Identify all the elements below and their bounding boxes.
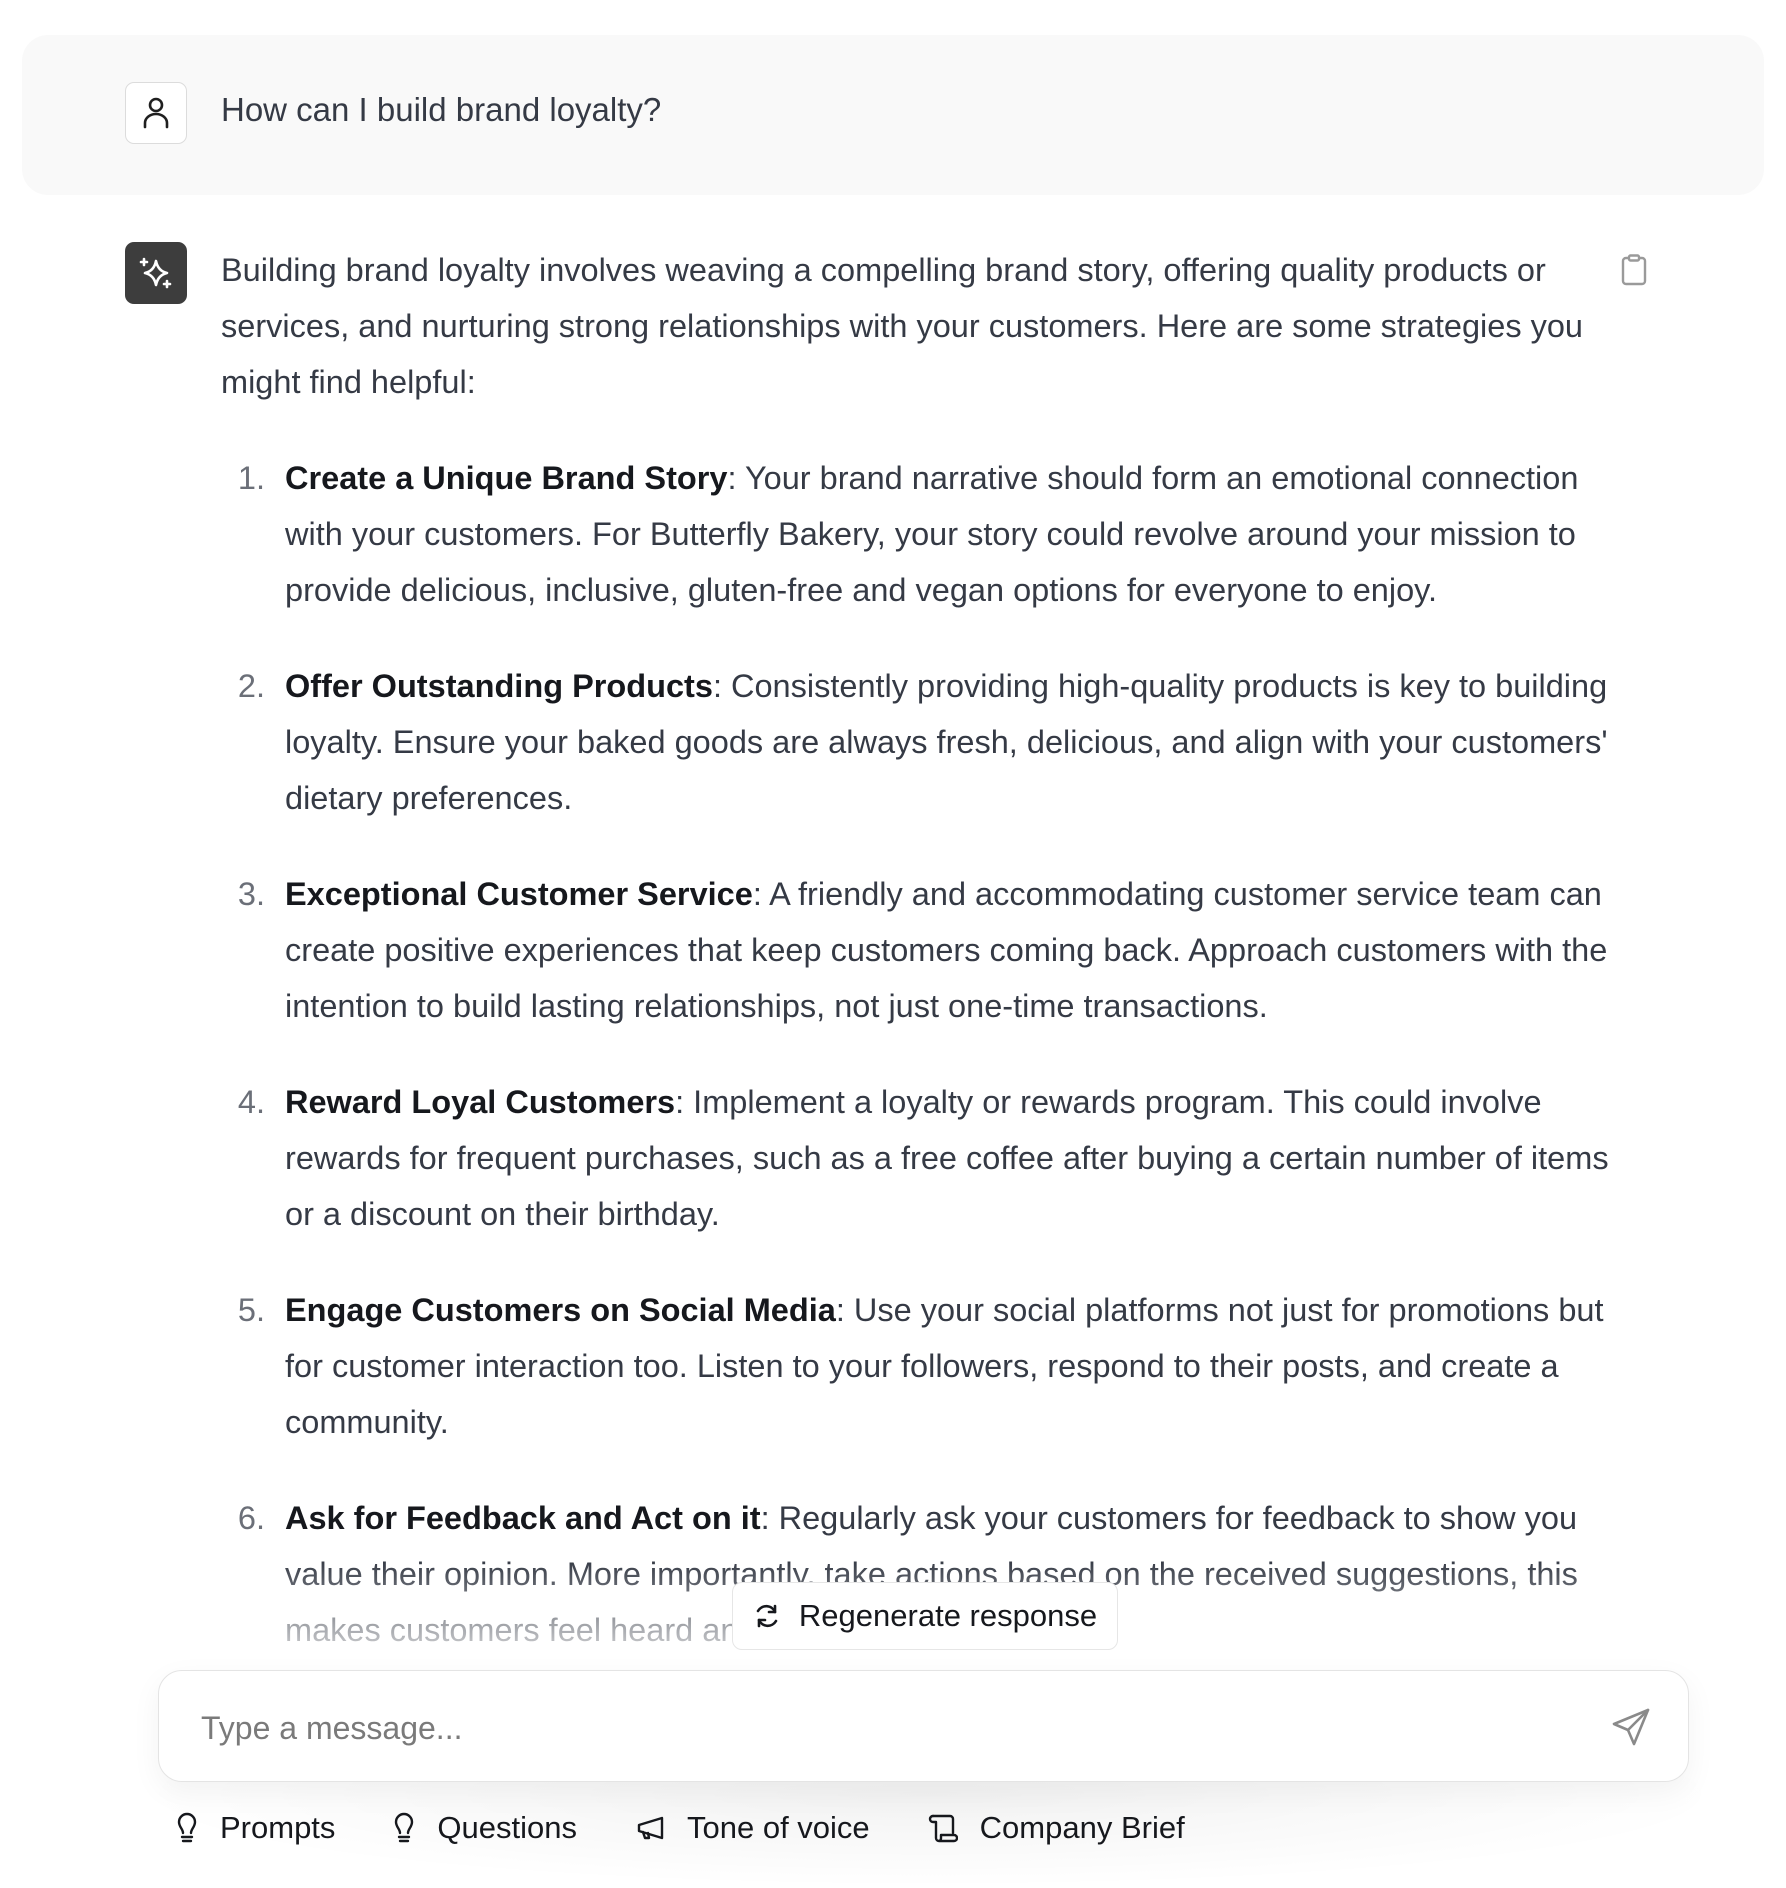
list-number: 4. xyxy=(237,1084,265,1120)
list-item: 5. Engage Customers on Social Media: Use … xyxy=(221,1282,1641,1450)
tone-of-voice-label: Tone of voice xyxy=(687,1810,870,1845)
assistant-avatar xyxy=(125,242,187,304)
list-item-title: Reward Loyal Customers xyxy=(285,1084,676,1120)
list-item: 2. Offer Outstanding Products: Consistent… xyxy=(221,658,1641,826)
list-number: 2. xyxy=(237,668,265,704)
list-number: 6. xyxy=(237,1500,265,1536)
company-brief-button[interactable]: Company Brief xyxy=(928,1810,1185,1846)
assistant-message: Building brand loyalty involves weaving … xyxy=(221,242,1641,1698)
user-message-text: How can I build brand loyalty? xyxy=(221,91,662,128)
list-item-title: Offer Outstanding Products xyxy=(285,668,713,704)
strategy-list: 1. Create a Unique Brand Story: Your bran… xyxy=(221,450,1641,1658)
company-brief-label: Company Brief xyxy=(979,1810,1185,1845)
send-icon xyxy=(1612,1708,1650,1746)
scroll-icon xyxy=(928,1814,958,1843)
list-number: 5. xyxy=(237,1292,265,1328)
list-item: 1. Create a Unique Brand Story: Your bran… xyxy=(221,450,1641,618)
list-item: 3. Exceptional Customer Service: A friend… xyxy=(221,866,1641,1034)
list-number: 1. xyxy=(237,460,265,496)
questions-button[interactable]: Questions xyxy=(393,1810,577,1846)
list-number: 3. xyxy=(237,876,265,912)
message-input[interactable] xyxy=(199,1701,1583,1755)
tone-of-voice-button[interactable]: Tone of voice xyxy=(635,1810,870,1846)
message-composer xyxy=(158,1670,1689,1782)
prompts-button[interactable]: Prompts xyxy=(176,1810,335,1846)
questions-label: Questions xyxy=(437,1810,577,1845)
assistant-intro: Building brand loyalty involves weaving … xyxy=(221,252,1584,400)
megaphone-icon xyxy=(637,1816,664,1840)
regenerate-label: Regenerate response xyxy=(798,1598,1098,1633)
send-button[interactable] xyxy=(1607,1703,1655,1751)
list-item-title: Ask for Feedback and Act on it xyxy=(285,1500,761,1536)
list-item: 4. Reward Loyal Customers: Implement a lo… xyxy=(221,1074,1641,1242)
refresh-icon xyxy=(756,1604,778,1628)
sparkles-icon xyxy=(139,257,172,289)
list-item-title: Exceptional Customer Service xyxy=(285,876,753,912)
user-avatar xyxy=(125,82,187,144)
list-item-title: Engage Customers on Social Media xyxy=(285,1292,836,1328)
user-icon xyxy=(143,97,169,129)
lightbulb-icon xyxy=(177,1812,197,1843)
list-item-title: Create a Unique Brand Story xyxy=(285,460,728,496)
lightbulb-icon xyxy=(395,1812,414,1843)
prompts-label: Prompts xyxy=(220,1810,336,1845)
regenerate-response-button[interactable]: Regenerate response xyxy=(732,1582,1118,1650)
composer-toolbar: Prompts Questions Tone of voice Company … xyxy=(176,1806,1185,1850)
